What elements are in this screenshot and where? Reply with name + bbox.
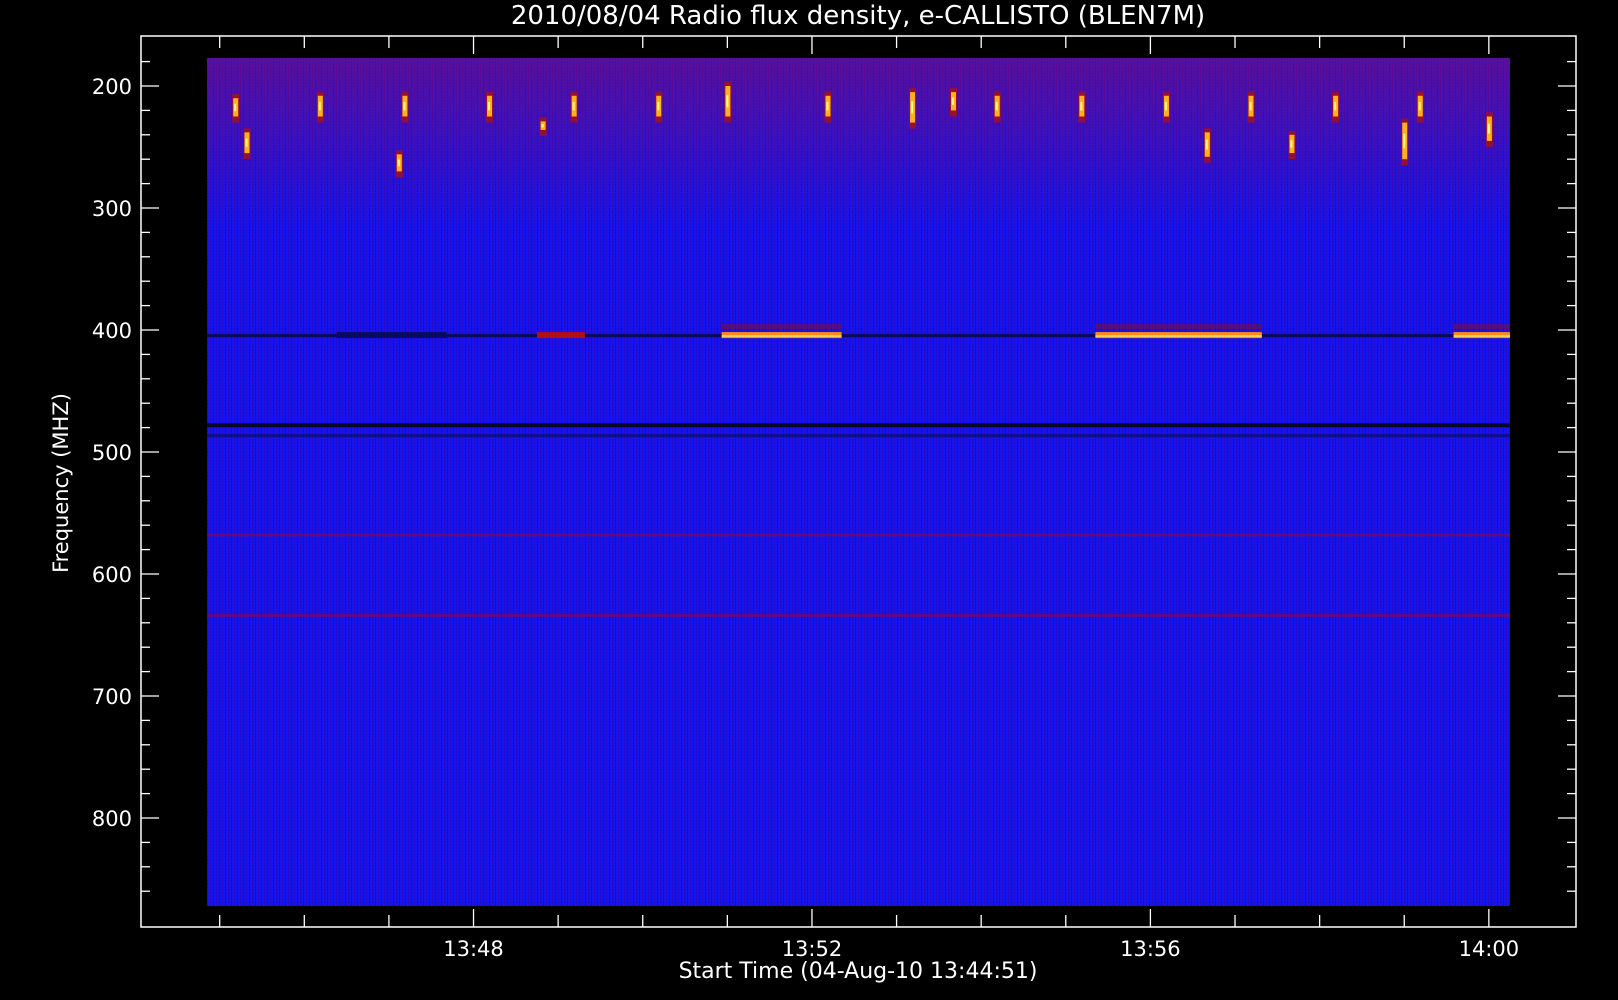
band-halo xyxy=(1095,324,1262,330)
x-tick-label: 13:56 xyxy=(1120,937,1181,961)
faint-line xyxy=(207,613,1510,617)
y-tick-label: 600 xyxy=(92,563,132,587)
dark-line xyxy=(207,423,1510,428)
low-frequency-emission xyxy=(207,58,1510,228)
burst-core xyxy=(951,97,954,105)
x-tick-label: 13:48 xyxy=(443,937,504,961)
spectrogram-chart: 2010/08/04 Radio flux density, e-CALLIST… xyxy=(49,1,1577,984)
band-segment xyxy=(536,332,585,339)
x-tick-label: 13:52 xyxy=(782,937,843,961)
y-axis-label: Frequency (MHZ) xyxy=(49,393,73,573)
y-tick-label: 300 xyxy=(92,197,132,221)
y-tick-label: 800 xyxy=(92,807,132,831)
burst-core xyxy=(1205,139,1208,150)
band-halo xyxy=(1453,324,1510,330)
x-axis-label: Start Time (04-Aug-10 13:44:51) xyxy=(679,959,1038,984)
burst-core xyxy=(1290,140,1293,148)
band-halo xyxy=(721,324,842,330)
dark-line xyxy=(207,434,1510,438)
burst-core xyxy=(541,123,544,128)
burst-core xyxy=(397,159,400,167)
y-tick-label: 200 xyxy=(92,75,132,99)
faint-line xyxy=(207,533,1510,537)
burst-core xyxy=(657,101,660,111)
y-tick-label: 500 xyxy=(92,441,132,465)
y-tick-label: 400 xyxy=(92,319,132,343)
burst-core xyxy=(234,103,237,112)
band-segment xyxy=(336,332,447,339)
burst-core xyxy=(1403,133,1406,149)
band-core xyxy=(1453,335,1510,338)
burst-core xyxy=(726,95,729,108)
burst-core xyxy=(911,101,914,114)
burst-core xyxy=(572,101,575,111)
spectrogram-image xyxy=(207,58,1510,906)
burst-core xyxy=(995,101,998,111)
burst-core xyxy=(1487,123,1490,134)
burst-core xyxy=(1249,101,1252,111)
y-tick-label: 700 xyxy=(92,685,132,709)
burst-core xyxy=(403,101,406,111)
chart-title: 2010/08/04 Radio flux density, e-CALLIST… xyxy=(511,1,1205,31)
burst-core xyxy=(488,101,491,111)
burst-core xyxy=(245,138,248,147)
burst-core xyxy=(318,101,321,111)
burst-core xyxy=(826,101,829,111)
burst-core xyxy=(1080,101,1083,111)
burst-core xyxy=(1334,101,1337,111)
band-core xyxy=(721,335,842,338)
burst-core xyxy=(1418,101,1421,111)
band-core xyxy=(1095,335,1262,338)
burst-core xyxy=(1164,101,1167,111)
x-tick-label: 14:00 xyxy=(1459,937,1520,961)
